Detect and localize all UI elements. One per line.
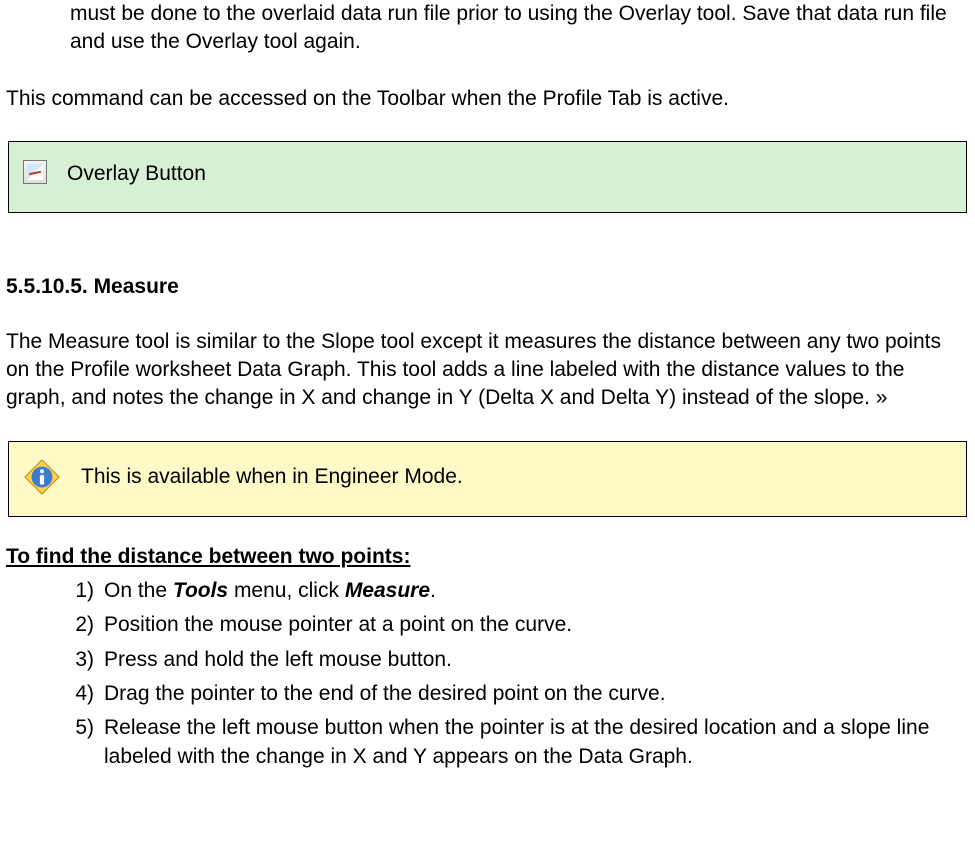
command-name: Measure xyxy=(345,579,430,602)
list-item: 1) On the Tools menu, click Measure. xyxy=(70,577,969,605)
intro-fragment: must be done to the overlaid data run fi… xyxy=(0,0,975,57)
step-number: 5) xyxy=(70,714,104,771)
step-text: Press and hold the left mouse button. xyxy=(104,646,969,674)
list-item: 5) Release the left mouse button when th… xyxy=(70,714,969,771)
step-number: 1) xyxy=(70,577,104,605)
step-number: 4) xyxy=(70,680,104,708)
step-number: 3) xyxy=(70,646,104,674)
list-item: 3) Press and hold the left mouse button. xyxy=(70,646,969,674)
step-text: Position the mouse pointer at a point on… xyxy=(104,611,969,639)
step-text: Drag the pointer to the end of the desir… xyxy=(104,680,969,708)
list-item: 4) Drag the pointer to the end of the de… xyxy=(70,680,969,708)
text: . xyxy=(430,579,436,602)
menu-name: Tools xyxy=(173,579,228,602)
overlay-button-callout: Overlay Button xyxy=(8,141,967,213)
text: menu, click xyxy=(228,579,345,602)
step-number: 2) xyxy=(70,611,104,639)
overlay-icon xyxy=(23,160,47,184)
note-text: This is available when in Engineer Mode. xyxy=(81,463,463,491)
engineer-mode-note: This is available when in Engineer Mode. xyxy=(8,441,967,517)
step-text: Release the left mouse button when the p… xyxy=(104,714,969,771)
subheading: To find the distance between two points: xyxy=(0,543,975,571)
steps-list: 1) On the Tools menu, click Measure. 2) … xyxy=(0,577,975,771)
overlay-button-label: Overlay Button xyxy=(67,160,206,188)
measure-paragraph: The Measure tool is similar to the Slope… xyxy=(0,328,975,413)
access-line: This command can be accessed on the Tool… xyxy=(0,85,975,113)
step-text: On the Tools menu, click Measure. xyxy=(104,577,969,605)
text: On the xyxy=(104,579,173,602)
info-icon xyxy=(23,458,61,496)
section-heading: 5.5.10.5. Measure xyxy=(0,273,975,301)
list-item: 2) Position the mouse pointer at a point… xyxy=(70,611,969,639)
